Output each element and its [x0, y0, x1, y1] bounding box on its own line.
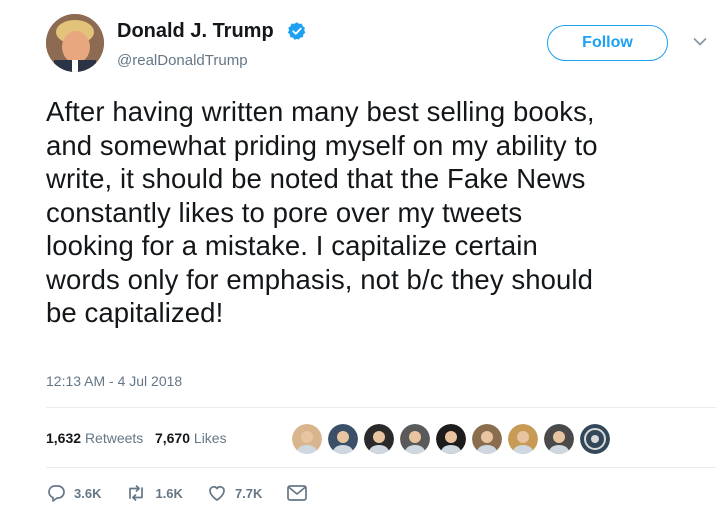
verified-badge-icon: [287, 22, 306, 40]
liker-avatar[interactable]: [434, 422, 468, 456]
like-button[interactable]: 7.7K: [207, 483, 262, 503]
retweets-count: 1,632: [46, 430, 82, 446]
liker-avatar[interactable]: [362, 422, 396, 456]
likes-label: Likes: [193, 430, 227, 446]
liker-avatar[interactable]: [506, 422, 540, 456]
person-avatar-icon: [544, 424, 574, 454]
liker-avatars: [290, 422, 614, 456]
action-bar: 3.6K 1.6K 7.7K: [46, 481, 340, 505]
liker-avatar[interactable]: [578, 422, 612, 456]
liker-avatar[interactable]: [398, 422, 432, 456]
person-avatar-icon: [328, 424, 358, 454]
seal-avatar-icon: [580, 424, 610, 454]
heart-icon: [209, 486, 225, 501]
tweet-timestamp[interactable]: 12:13 AM - 4 Jul 2018: [46, 373, 182, 389]
person-avatar-icon: [508, 424, 538, 454]
retweet-button[interactable]: 1.6K: [125, 483, 183, 503]
author-name[interactable]: Donald J. Trump: [117, 20, 274, 43]
direct-message-button[interactable]: [286, 484, 316, 502]
divider: [46, 407, 716, 408]
retweet-count: 1.6K: [155, 485, 183, 501]
profile-avatar[interactable]: [46, 14, 104, 72]
tweet-text: After having written many best selling b…: [46, 96, 598, 328]
author-handle[interactable]: @realDonaldTrump: [117, 52, 248, 69]
likes-count: 7,670: [154, 430, 191, 446]
likes-stat[interactable]: 7,670 Likes: [155, 430, 227, 446]
person-avatar-icon: [292, 424, 322, 454]
person-avatar-icon: [472, 424, 502, 454]
follow-button[interactable]: Follow: [547, 25, 668, 61]
retweet-icon: [129, 485, 144, 501]
retweets-label: Retweets: [84, 430, 144, 446]
reply-icon: [48, 485, 65, 502]
liker-avatar[interactable]: [470, 422, 504, 456]
profile-photo-icon: [46, 14, 104, 72]
reply-button[interactable]: 3.6K: [46, 483, 101, 503]
person-avatar-icon: [436, 424, 466, 454]
reply-count: 3.6K: [74, 485, 102, 501]
liker-avatar[interactable]: [326, 422, 360, 456]
tweet-card: Donald J. Trump @realDonaldTrump Follow …: [0, 0, 720, 521]
chevron-down-icon[interactable]: [693, 37, 707, 47]
tweet-stats: 1,632 Retweets 7,670 Likes: [46, 430, 227, 446]
person-avatar-icon: [400, 424, 430, 454]
divider: [46, 467, 716, 468]
person-avatar-icon: [364, 424, 394, 454]
like-count: 7.7K: [234, 485, 263, 501]
retweets-stat[interactable]: 1,632 Retweets: [46, 430, 147, 446]
liker-avatar[interactable]: [542, 422, 576, 456]
liker-avatar[interactable]: [290, 422, 324, 456]
envelope-icon: [287, 485, 308, 501]
